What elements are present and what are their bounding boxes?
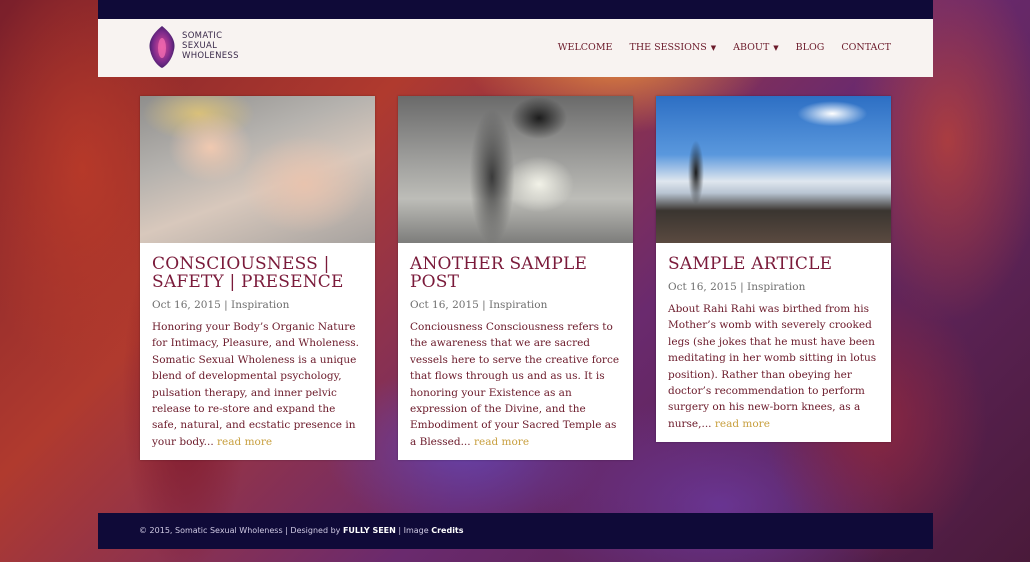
- brand-name[interactable]: SOMATIC SEXUAL WHOLENESS: [182, 31, 239, 61]
- post-title-link[interactable]: CONSCIOUSNESS | SAFETY | PRESENCE: [152, 255, 363, 291]
- post-card: ANOTHER SAMPLE POST Oct 16, 2015 | Inspi…: [398, 96, 633, 461]
- post-meta: Oct 16, 2015 | Inspiration: [410, 299, 621, 311]
- excerpt-text: Conciousness Consciousness refers to the…: [410, 321, 620, 448]
- nav-label: WELCOME: [557, 42, 613, 53]
- post-card: CONSCIOUSNESS | SAFETY | PRESENCE Oct 16…: [140, 96, 375, 461]
- read-more-link[interactable]: read more: [715, 418, 770, 430]
- post-excerpt: About Rahi Rahi was birthed from his Mot…: [668, 301, 879, 432]
- post-date: Oct 16, 2015: [152, 299, 221, 311]
- post-date: Oct 16, 2015: [410, 299, 479, 311]
- post-title-link[interactable]: SAMPLE ARTICLE: [668, 255, 879, 273]
- nav-label: BLOG: [795, 42, 825, 53]
- logo-icon[interactable]: [146, 24, 178, 70]
- designer-link[interactable]: FULLY SEEN: [343, 526, 396, 535]
- read-more-link[interactable]: read more: [217, 436, 272, 448]
- post-image-woman-monochrome[interactable]: [398, 96, 633, 243]
- site-footer: © 2015, Somatic Sexual Wholeness | Desig…: [98, 513, 933, 549]
- top-bar: [98, 0, 933, 19]
- chevron-down-icon: ▼: [773, 43, 779, 52]
- post-excerpt: Conciousness Consciousness refers to the…: [410, 319, 621, 450]
- nav-contact[interactable]: CONTACT: [841, 42, 891, 53]
- brand-line: SOMATIC: [182, 31, 223, 41]
- excerpt-text: Honoring your Body’s Organic Nature for …: [152, 321, 359, 448]
- meta-separator: |: [482, 299, 486, 311]
- excerpt-text: About Rahi Rahi was birthed from his Mot…: [668, 303, 877, 430]
- post-card: SAMPLE ARTICLE Oct 16, 2015 | Inspiratio…: [656, 96, 891, 443]
- post-title-link[interactable]: ANOTHER SAMPLE POST: [410, 255, 621, 291]
- post-date: Oct 16, 2015: [668, 281, 737, 293]
- nav-blog[interactable]: BLOG: [796, 42, 825, 53]
- site-header: SOMATIC SEXUAL WHOLENESS WELCOME THE SES…: [98, 19, 933, 77]
- post-meta: Oct 16, 2015 | Inspiration: [668, 281, 879, 293]
- nav-the-sessions[interactable]: THE SESSIONS ▼: [630, 42, 717, 53]
- image-credits-link[interactable]: Credits: [431, 526, 463, 535]
- footer-copyright: © 2015, Somatic Sexual Wholeness | Desig…: [139, 526, 341, 535]
- post-image-mountain-hiker[interactable]: [656, 96, 891, 243]
- nav-about[interactable]: ABOUT ▼: [733, 42, 779, 53]
- brand-line: WHOLENESS: [182, 51, 239, 61]
- post-meta: Oct 16, 2015 | Inspiration: [152, 299, 363, 311]
- footer-image-label: | Image: [398, 526, 429, 535]
- nav-label: THE SESSIONS: [629, 42, 707, 53]
- main-nav: WELCOME THE SESSIONS ▼ ABOUT ▼ BLOG CONTAC…: [558, 42, 891, 53]
- brand-line: SEXUAL: [182, 41, 218, 51]
- nav-label: CONTACT: [841, 42, 891, 53]
- meta-separator: |: [224, 299, 228, 311]
- nav-welcome[interactable]: WELCOME: [558, 42, 613, 53]
- read-more-link[interactable]: read more: [474, 436, 529, 448]
- nav-label: ABOUT: [733, 42, 770, 53]
- post-category-link[interactable]: Inspiration: [747, 281, 805, 293]
- post-category-link[interactable]: Inspiration: [489, 299, 547, 311]
- post-category-link[interactable]: Inspiration: [231, 299, 289, 311]
- post-excerpt: Honoring your Body’s Organic Nature for …: [152, 319, 363, 450]
- footer-text: © 2015, Somatic Sexual Wholeness | Desig…: [139, 526, 464, 535]
- post-image-woman-reclining[interactable]: [140, 96, 375, 243]
- chevron-down-icon: ▼: [710, 43, 717, 52]
- meta-separator: |: [740, 281, 744, 293]
